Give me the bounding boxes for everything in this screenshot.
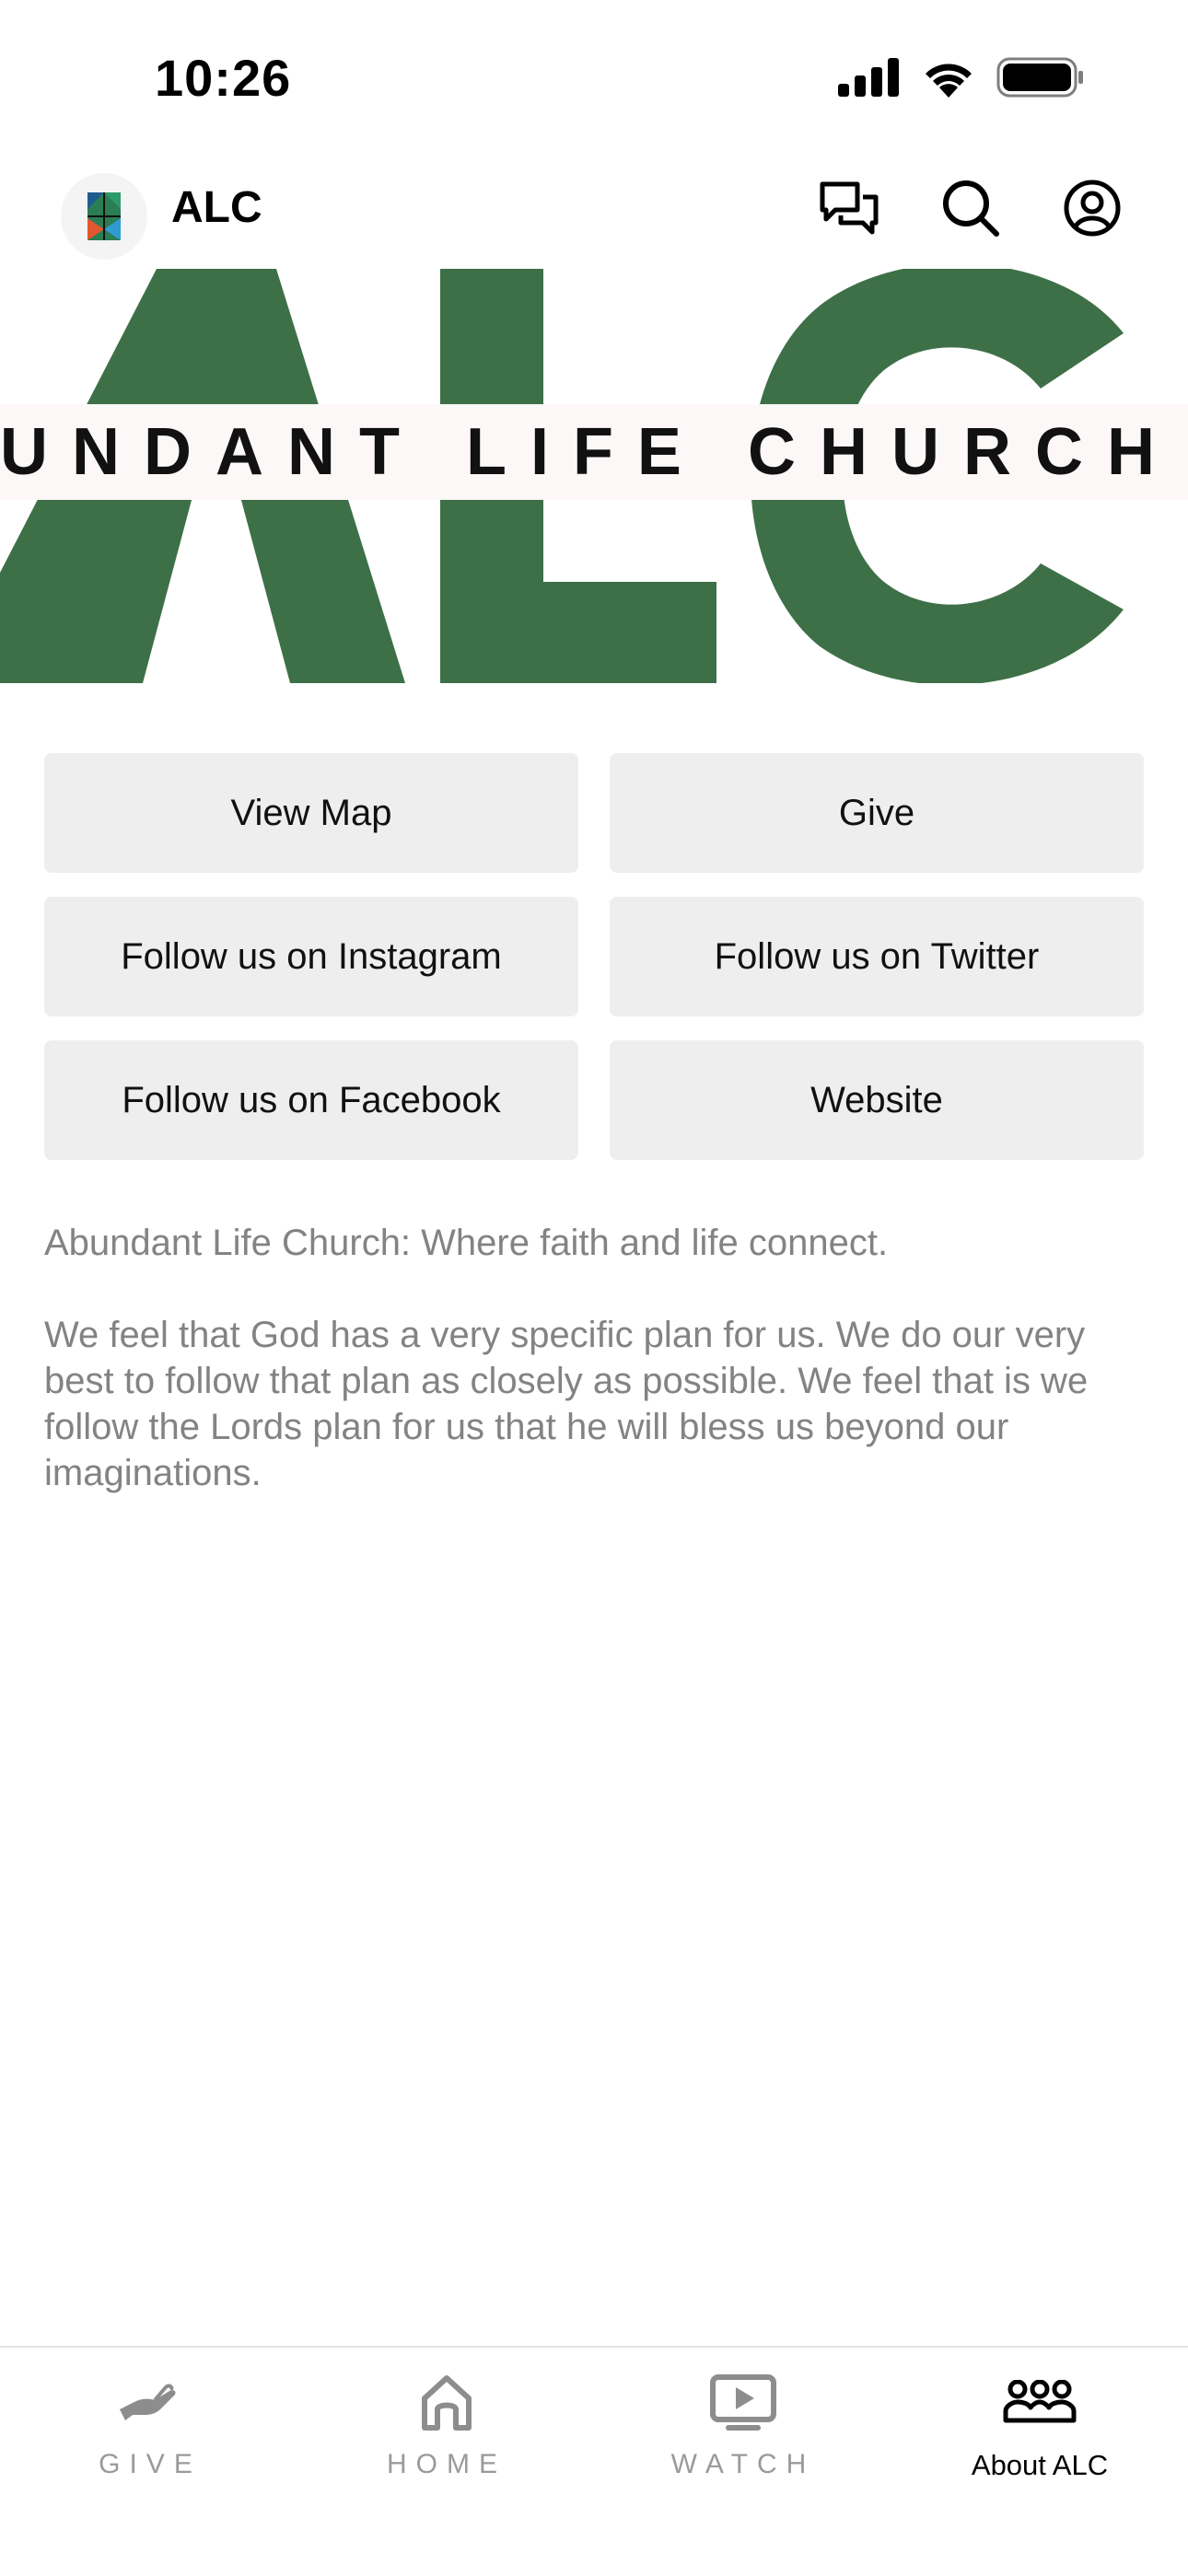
header-actions [818,177,1124,239]
tab-give-label: GIVE [99,2449,202,2479]
status-time: 10:26 [155,49,292,107]
alc-logo-icon [87,192,121,240]
group-icon [1003,2380,1077,2423]
home-icon [422,2375,472,2431]
tab-watch[interactable]: WATCH [595,2348,891,2495]
church-description: Abundant Life Church: Where faith and li… [44,1220,1131,1542]
profile-button[interactable] [1061,177,1124,239]
play-screen-icon [710,2374,776,2431]
tab-home[interactable]: HOME [298,2348,595,2495]
tab-about-label: About ALC [971,2449,1109,2481]
chat-icon [820,181,879,235]
signal-icon [838,58,899,97]
hand-icon [120,2384,176,2420]
church-banner: UNDANT LIFE CHURCH [0,269,1188,683]
status-bar: 10:26 [0,0,1188,157]
facebook-button[interactable]: Follow us on Facebook [44,1040,578,1160]
tab-home-label: HOME [387,2449,507,2479]
wifi-icon [926,64,972,98]
tab-bar: GIVE HOME WATCH About ALC [0,2346,1188,2576]
chat-button[interactable] [818,177,880,239]
app-header: ALC [0,157,1188,267]
banner-tagline: UNDANT LIFE CHURCH [0,404,1188,500]
app-logo[interactable] [61,173,147,260]
give-button[interactable]: Give [610,753,1144,873]
tab-watch-label: WATCH [670,2449,816,2479]
twitter-button[interactable]: Follow us on Twitter [610,897,1144,1016]
battery-icon [996,57,1083,98]
instagram-button[interactable]: Follow us on Instagram [44,897,578,1016]
status-icons [838,57,1085,98]
tab-about[interactable]: About ALC [891,2348,1188,2495]
description-body: We feel that God has a very specific pla… [44,1315,1089,1493]
search-button[interactable] [939,177,1002,239]
app-title: ALC [171,183,262,232]
search-icon [943,180,999,237]
action-button-grid: View Map Give Follow us on Instagram Fol… [44,753,1144,1160]
view-map-button[interactable]: View Map [44,753,578,873]
profile-icon [1064,180,1121,237]
website-button[interactable]: Website [610,1040,1144,1160]
description-tagline: Abundant Life Church: Where faith and li… [44,1223,889,1263]
tab-give[interactable]: GIVE [2,2348,298,2495]
